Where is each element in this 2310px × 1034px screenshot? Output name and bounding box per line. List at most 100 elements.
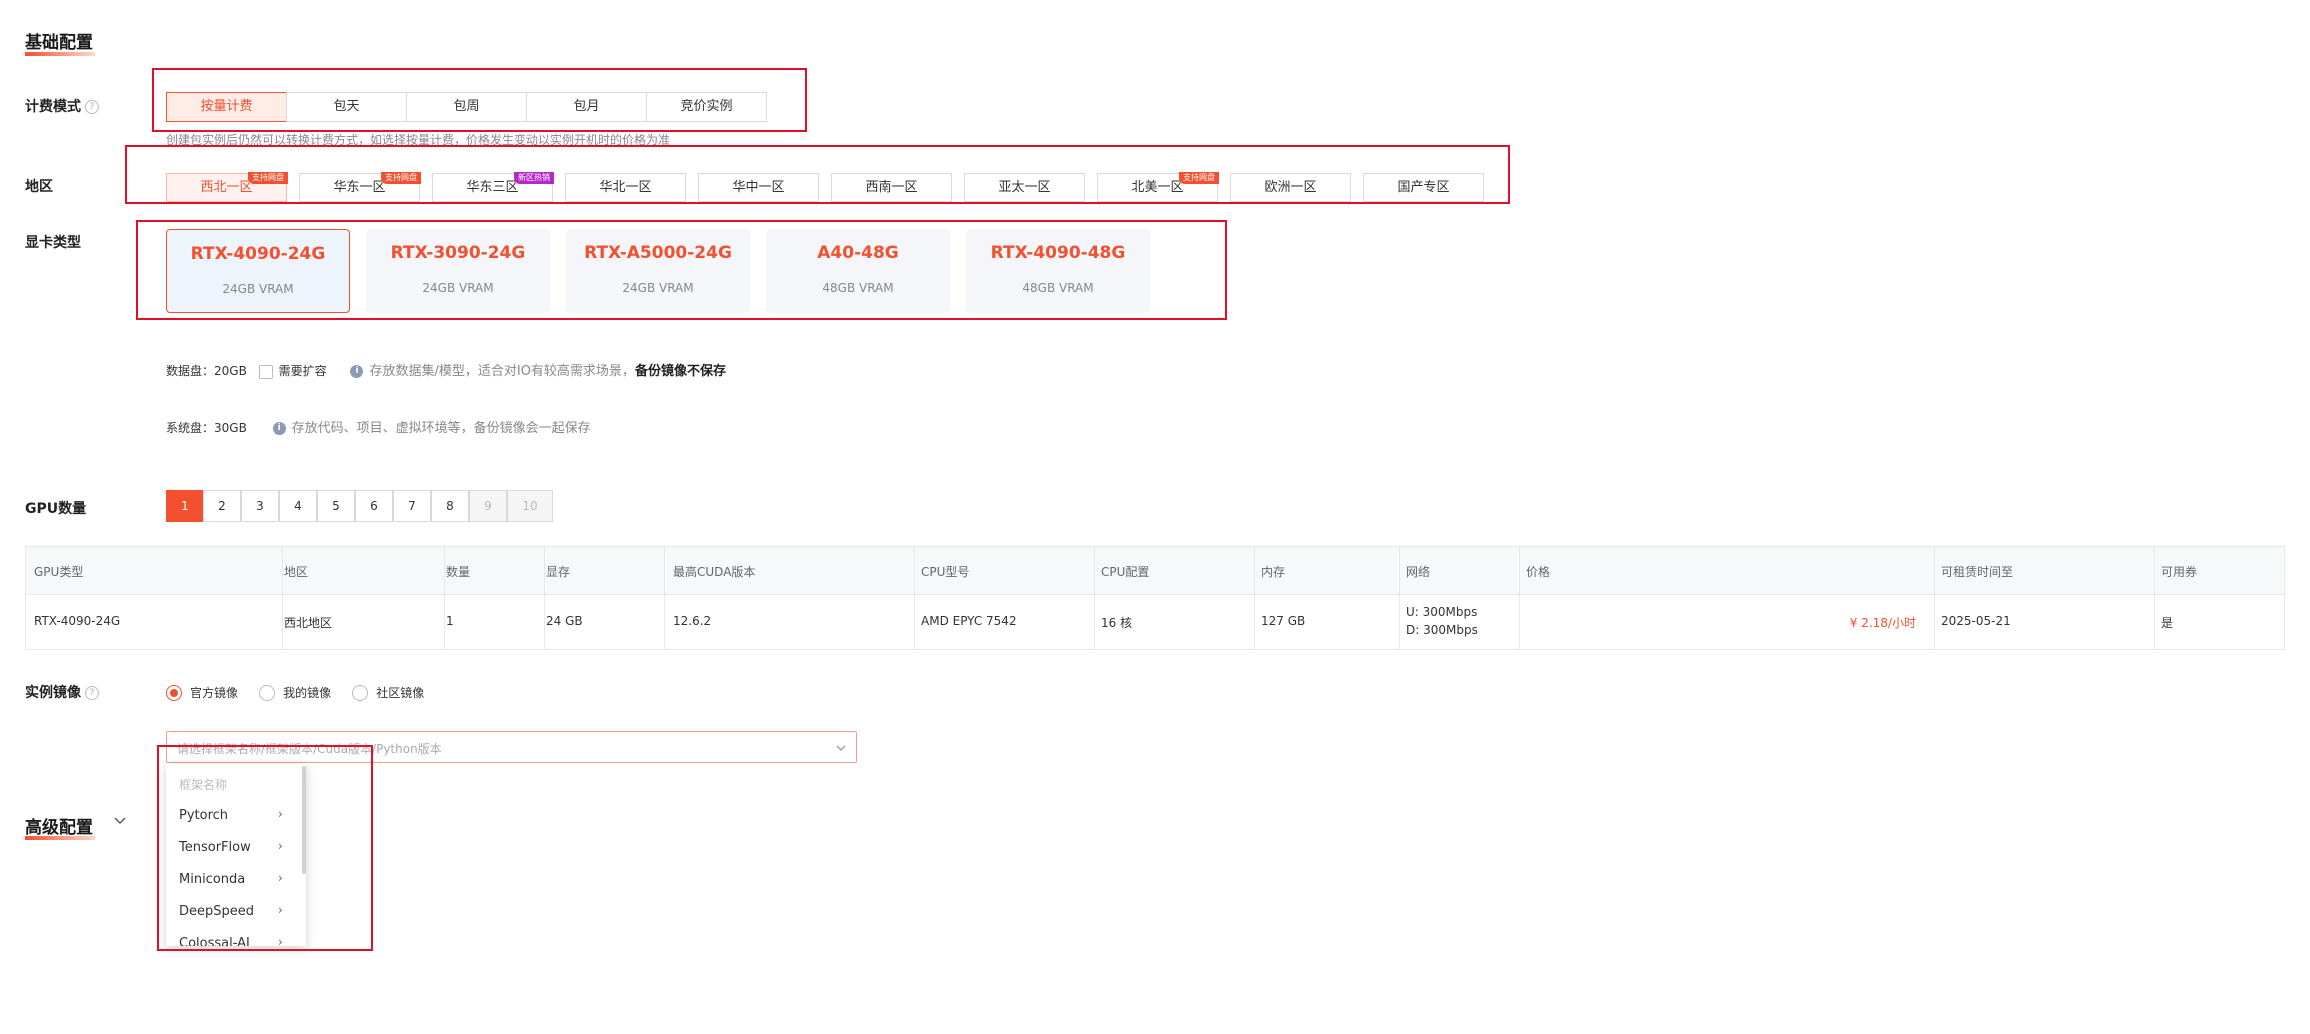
gpu-card-vram: 48GB VRAM: [822, 281, 894, 295]
column-header: CPU型号: [921, 565, 970, 579]
region-name: 华中一区: [732, 180, 785, 195]
column-divider: [664, 547, 665, 649]
gpu-count-option[interactable]: 6: [355, 490, 393, 522]
data-disk-info: i 存放数据集/模型，适合对IO有较高需求场景，备份镜像不保存: [350, 364, 726, 379]
region-option[interactable]: 欧洲一区: [1230, 173, 1351, 202]
gpu-card-name: RTX-A5000-24G: [584, 243, 732, 263]
gpu-count-option[interactable]: 1: [166, 490, 204, 522]
gpu-count-option[interactable]: 3: [241, 490, 279, 522]
column-header: 内存: [1261, 565, 1286, 579]
radio-mine[interactable]: 我的镜像: [259, 682, 331, 701]
gpu-count-option[interactable]: 5: [317, 490, 355, 522]
gpu-count-option[interactable]: 8: [431, 490, 469, 522]
gpu-card-name: RTX-3090-24G: [390, 243, 526, 263]
column-divider: [914, 547, 915, 649]
gpu-card-vram: 24GB VRAM: [222, 282, 294, 296]
column-divider: [1399, 547, 1400, 649]
gpu-card-vram: 24GB VRAM: [622, 281, 694, 295]
help-icon[interactable]: ?: [85, 686, 99, 700]
expand-checkbox[interactable]: [258, 364, 273, 379]
region-name: 亚太一区: [998, 180, 1051, 195]
region-name: 华东三区: [466, 180, 519, 195]
column-divider: [444, 547, 445, 649]
column-header: 可用券: [2161, 565, 2198, 579]
region-label: 地区: [25, 179, 53, 195]
expand-checkbox-wrap[interactable]: 需要扩容: [258, 364, 327, 379]
gpu-card[interactable]: RTX-4090-48G 48GB VRAM: [966, 229, 1150, 313]
gpu-card[interactable]: RTX-3090-24G 24GB VRAM: [366, 229, 550, 313]
region-option[interactable]: 西北一区 支持网盘: [166, 172, 288, 202]
data-disk-row: 数据盘：20GB 需要扩容 i 存放数据集/模型，适合对IO有较高需求场景，备份镜…: [166, 360, 726, 379]
basic-config-title: 基础配置: [25, 33, 93, 53]
system-disk-note: 存放代码、项目、虚拟环境等，备份镜像会一起保存: [291, 421, 591, 436]
column-header: 地区: [284, 565, 309, 579]
region-tag-badge: 支持网盘: [381, 172, 421, 184]
cell-net-up: U: 300Mbps: [1406, 605, 1478, 619]
gpu-card-vram: 48GB VRAM: [1022, 281, 1094, 295]
region-option[interactable]: 华中一区: [698, 173, 819, 202]
gpu-count-label: GPU数量: [25, 501, 87, 517]
system-disk-info: i 存放代码、项目、虚拟环境等，备份镜像会一起保存: [272, 421, 591, 436]
column-divider: [1519, 547, 1520, 649]
cell-cuda: 12.6.2: [673, 614, 712, 628]
radio-official[interactable]: 官方镜像: [166, 682, 238, 701]
gpu-card-vram: 24GB VRAM: [422, 281, 494, 295]
radio-community[interactable]: 社区镜像: [352, 682, 424, 701]
column-header: 可租赁时间至: [1941, 565, 2014, 579]
radio-label: 社区镜像: [376, 686, 425, 700]
region-option[interactable]: 亚太一区: [964, 173, 1085, 202]
region-name: 西北一区: [200, 180, 253, 195]
gpu-card[interactable]: RTX-A5000-24G 24GB VRAM: [566, 229, 750, 313]
price-value: ¥ 2.18: [1849, 616, 1888, 630]
cell-until: 2025-05-21: [1941, 614, 2011, 628]
gpu-count-option[interactable]: 4: [279, 490, 317, 522]
cell-memory: 127 GB: [1261, 614, 1306, 628]
region-name: 华东一区: [333, 180, 386, 195]
gpu-card-name: RTX-4090-48G: [990, 243, 1126, 263]
column-divider: [1094, 547, 1095, 649]
column-header: 数量: [446, 565, 471, 579]
advanced-config-title[interactable]: 高级配置: [25, 813, 93, 838]
radio-dot[interactable]: [259, 684, 276, 701]
billing-option-monthly[interactable]: 包月: [526, 92, 647, 122]
region-option[interactable]: 国产专区: [1363, 173, 1484, 202]
radio-dot[interactable]: [166, 684, 182, 701]
help-icon[interactable]: ?: [85, 100, 99, 114]
region-name: 西南一区: [865, 180, 918, 195]
column-divider: [282, 547, 283, 649]
image-source-radios: 官方镜像 我的镜像 社区镜像: [166, 682, 424, 701]
column-header: 显存: [546, 565, 571, 579]
gpu-card[interactable]: RTX-4090-24G 24GB VRAM: [166, 229, 350, 313]
system-disk-row: 系统盘：30GB i 存放代码、项目、虚拟环境等，备份镜像会一起保存: [166, 417, 591, 436]
radio-dot[interactable]: [352, 684, 369, 701]
gpu-count-option[interactable]: 2: [203, 490, 241, 522]
instance-spec-table: GPU类型 地区 数量 显存 最高CUDA版本 CPU型号 CPU配置 内存 网…: [25, 546, 2285, 650]
column-divider: [2154, 547, 2155, 649]
gpu-card[interactable]: A40-48G 48GB VRAM: [766, 229, 950, 313]
billing-option-spot[interactable]: 竞价实例: [646, 92, 767, 122]
price-unit: /小时: [1887, 616, 1916, 630]
billing-label: 计费模式?: [25, 96, 99, 116]
billing-option-pay-as-you-go[interactable]: 按量计费: [166, 92, 287, 122]
highlight-box-dropdown: [157, 745, 373, 951]
column-header: 网络: [1406, 565, 1431, 579]
cell-price: ¥ 2.18/小时: [1850, 614, 1916, 631]
region-name: 北美一区: [1131, 180, 1184, 195]
region-option[interactable]: 华北一区: [565, 173, 686, 202]
region-option[interactable]: 西南一区: [831, 173, 952, 202]
billing-option-weekly[interactable]: 包周: [406, 92, 527, 122]
system-disk-label: 系统盘：30GB: [166, 421, 247, 435]
basic-config-underline: [25, 52, 95, 56]
radio-label: 官方镜像: [190, 686, 239, 700]
region-option[interactable]: 华东三区 新区热销: [432, 172, 554, 202]
billing-option-daily[interactable]: 包天: [286, 92, 407, 122]
gpu-count-option[interactable]: 7: [393, 490, 431, 522]
billing-note: 创建包实例后仍然可以转换计费方式，如选择按量计费，价格发生变动以实例开机时的价格…: [166, 133, 671, 146]
chevron-down-icon[interactable]: [113, 813, 127, 827]
region-option[interactable]: 北美一区 支持网盘: [1097, 172, 1219, 202]
cell-cpu-config: 16 核: [1101, 616, 1133, 630]
column-divider: [1934, 547, 1935, 649]
region-option[interactable]: 华东一区 支持网盘: [299, 172, 421, 202]
page: 基础配置 计费模式? 按量计费 包天 包周 包月 竞价实例 创建包实例后仍然可以…: [0, 0, 2310, 1034]
data-disk-note-bold: 备份镜像不保存: [634, 364, 726, 379]
